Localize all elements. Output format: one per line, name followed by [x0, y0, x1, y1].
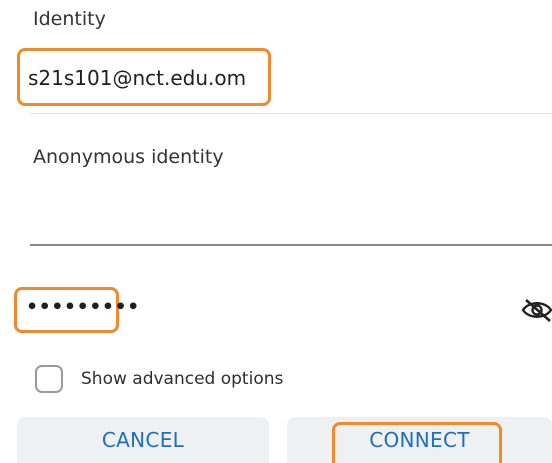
- anonymous-identity-label: Anonymous identity: [33, 146, 224, 168]
- password-field[interactable]: •••••••••: [26, 296, 140, 318]
- identity-field[interactable]: s21s101@nct.edu.om: [28, 66, 246, 90]
- anonymous-identity-input[interactable]: [30, 190, 552, 242]
- advanced-options-label: Show advanced options: [81, 369, 284, 389]
- eye-off-icon[interactable]: [520, 297, 552, 323]
- cancel-button-label: CANCEL: [101, 428, 185, 452]
- identity-label: Identity: [33, 8, 106, 30]
- cancel-button[interactable]: CANCEL: [17, 417, 269, 463]
- anonymous-identity-underline: [30, 244, 552, 246]
- connect-highlight: [332, 422, 502, 463]
- identity-divider: [30, 113, 552, 114]
- advanced-options-checkbox[interactable]: [35, 365, 63, 393]
